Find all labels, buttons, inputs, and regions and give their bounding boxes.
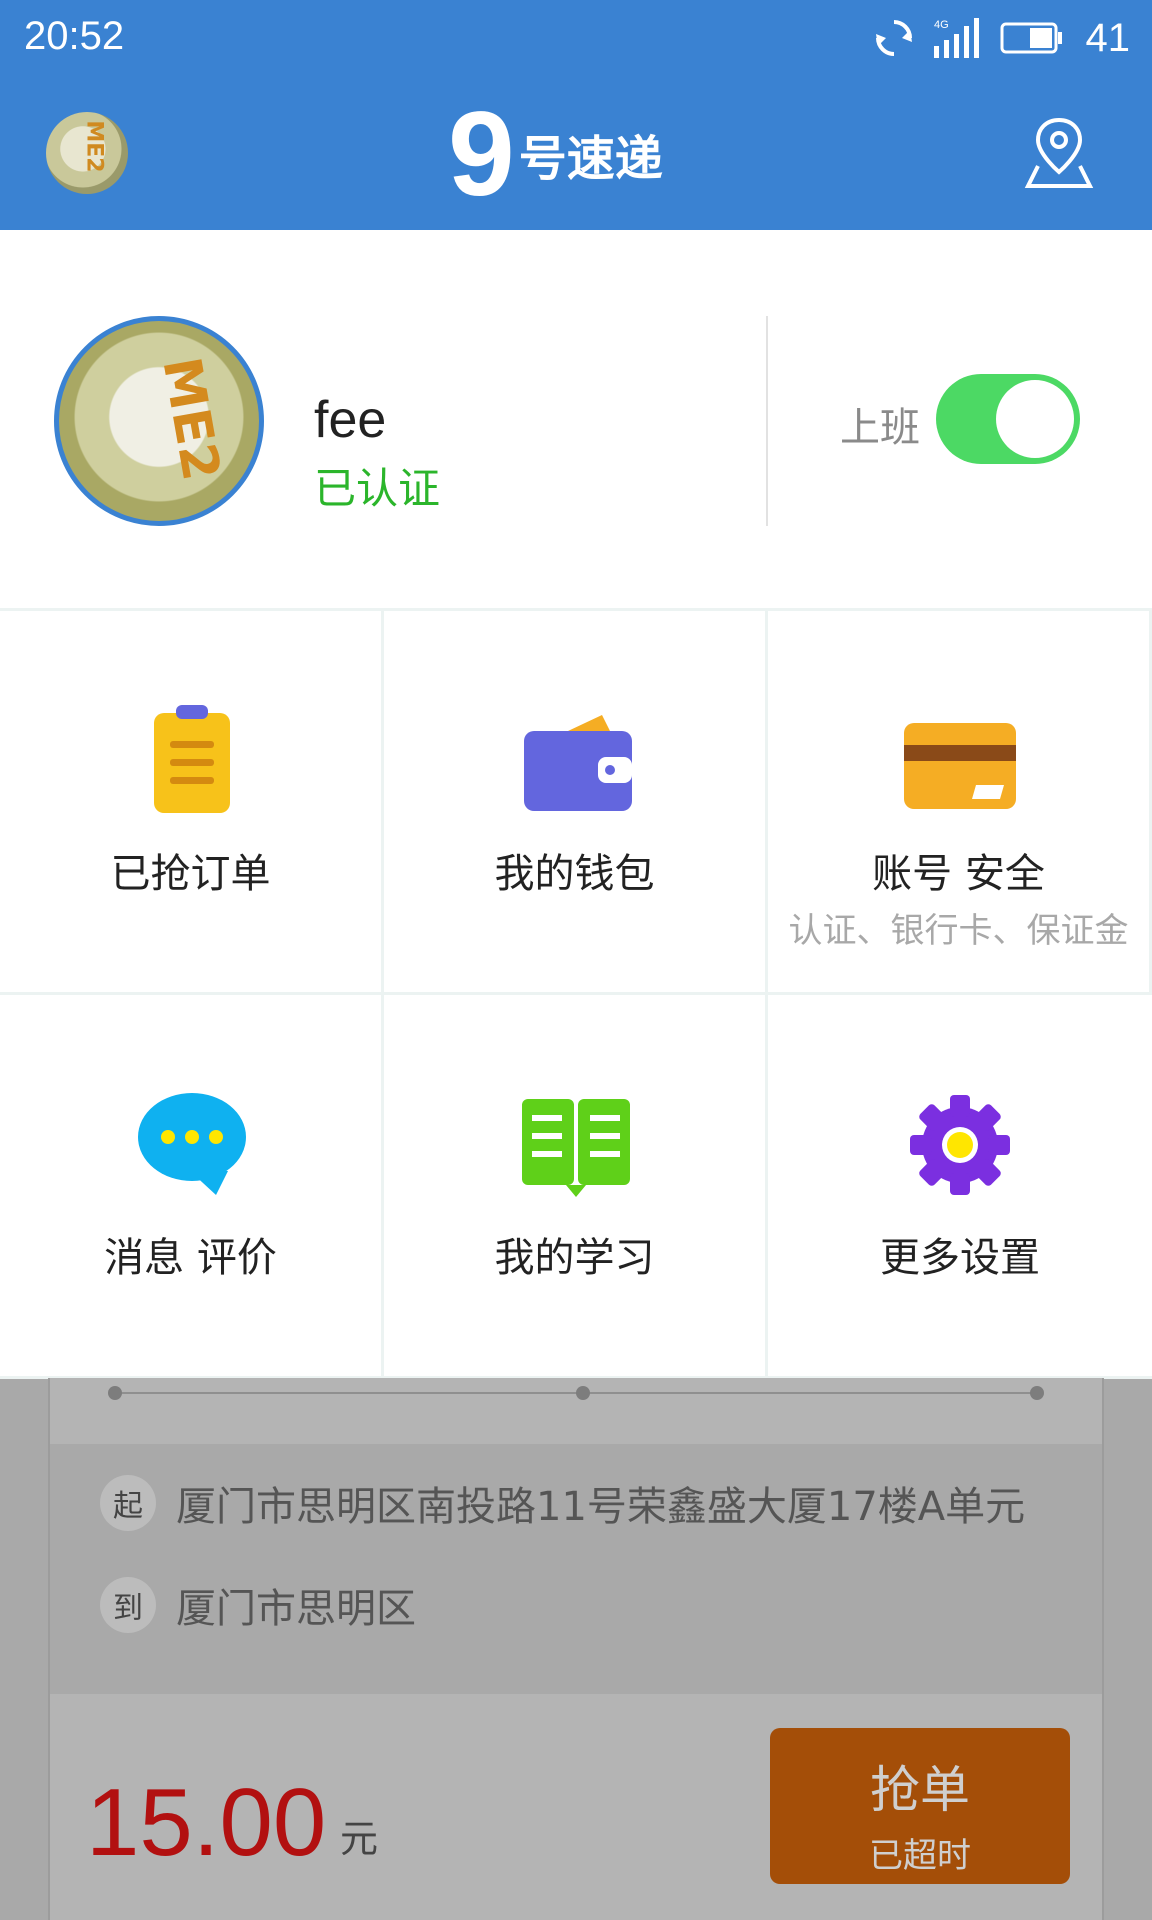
chat-bubble-icon	[138, 1093, 246, 1195]
price-unit: 元	[340, 1817, 379, 1861]
top-bar: 20:52 4G 41 ME2 9 号速递	[0, 0, 1152, 230]
gear-icon	[910, 1095, 1010, 1195]
header-avatar[interactable]: ME2	[46, 112, 128, 194]
menu-label: 已抢订单	[110, 851, 271, 897]
menu-label: 我的学习	[494, 1235, 655, 1281]
user-menu-panel: ME2 fee 已认证 上班 已抢订单 我的钱包 账号 安全 认证、银行卡、保证…	[0, 230, 1152, 1379]
battery-level: 41	[1085, 15, 1131, 60]
to-address: 厦门市思明区	[176, 1586, 416, 1632]
menu-messages-reviews[interactable]: 消息 评价	[0, 995, 384, 1379]
verified-status: 已认证	[314, 464, 441, 513]
status-bar: 20:52 4G 41	[0, 0, 1152, 76]
book-icon	[522, 1099, 630, 1197]
toggle-knob	[996, 380, 1074, 458]
wallet-icon	[524, 715, 632, 811]
profile-divider	[766, 316, 768, 526]
signal-icon: 4G	[933, 18, 979, 58]
menu-grabbed-orders[interactable]: 已抢订单	[0, 611, 384, 995]
menu-my-learning[interactable]: 我的学习	[384, 995, 768, 1379]
clipboard-icon	[154, 705, 230, 813]
menu-account-security[interactable]: 账号 安全 认证、银行卡、保证金	[768, 611, 1152, 995]
route-dot-end	[1030, 1386, 1044, 1400]
menu-sublabel: 认证、银行卡、保证金	[788, 911, 1129, 951]
menu-label: 我的钱包	[494, 851, 655, 897]
from-address: 厦门市思明区南投路11号荣鑫盛大厦17楼A单元	[176, 1484, 1026, 1530]
duty-label: 上班	[840, 405, 920, 451]
location-pin-icon[interactable]	[1024, 116, 1094, 190]
grab-order-button[interactable]: 抢单 已超时	[770, 1728, 1070, 1884]
profile-avatar-text: ME2	[150, 353, 231, 485]
order-card: 起 厦门市思明区南投路11号荣鑫盛大厦17楼A单元 到 厦门市思明区 15.00…	[48, 1378, 1104, 1920]
route-dot-start	[108, 1386, 122, 1400]
menu-more-settings[interactable]: 更多设置	[768, 995, 1152, 1379]
pickup-address: 起 厦门市思明区南投路11号荣鑫盛大厦17楼A单元	[100, 1474, 1025, 1532]
to-tag: 到	[100, 1577, 156, 1633]
route-dot-middle	[576, 1386, 590, 1400]
status-right: 4G 41	[874, 14, 1131, 62]
delivery-address: 到 厦门市思明区	[100, 1576, 416, 1634]
logo-text: 号速递	[518, 131, 663, 187]
order-price: 15.00	[86, 1769, 327, 1876]
header-avatar-text: ME2	[81, 120, 107, 173]
menu-label: 消息 评价	[104, 1235, 277, 1281]
app-logo: 9 号速递	[448, 94, 663, 214]
network-type: 4G	[934, 19, 949, 31]
status-time: 20:52	[24, 14, 125, 58]
grab-sublabel: 已超时	[869, 1836, 971, 1876]
sync-icon	[875, 20, 912, 56]
profile-section: ME2 fee 已认证 上班	[0, 230, 1152, 608]
user-name: fee	[314, 391, 387, 449]
menu-label: 账号 安全	[872, 851, 1045, 897]
logo-digit: 9	[448, 87, 515, 221]
duty-toggle[interactable]	[936, 374, 1080, 464]
profile-avatar[interactable]: ME2	[54, 316, 264, 526]
from-tag: 起	[100, 1475, 156, 1531]
battery-icon	[1000, 22, 1062, 54]
card-icon	[904, 723, 1016, 809]
menu-my-wallet[interactable]: 我的钱包	[384, 611, 768, 995]
menu-label: 更多设置	[880, 1235, 1040, 1281]
address-section: 起 厦门市思明区南投路11号荣鑫盛大厦17楼A单元 到 厦门市思明区	[50, 1444, 1102, 1694]
grab-label: 抢单	[870, 1761, 970, 1819]
menu-grid: 已抢订单 我的钱包 账号 安全 认证、银行卡、保证金 消息 评价 我的学习 更多…	[0, 608, 1152, 1379]
